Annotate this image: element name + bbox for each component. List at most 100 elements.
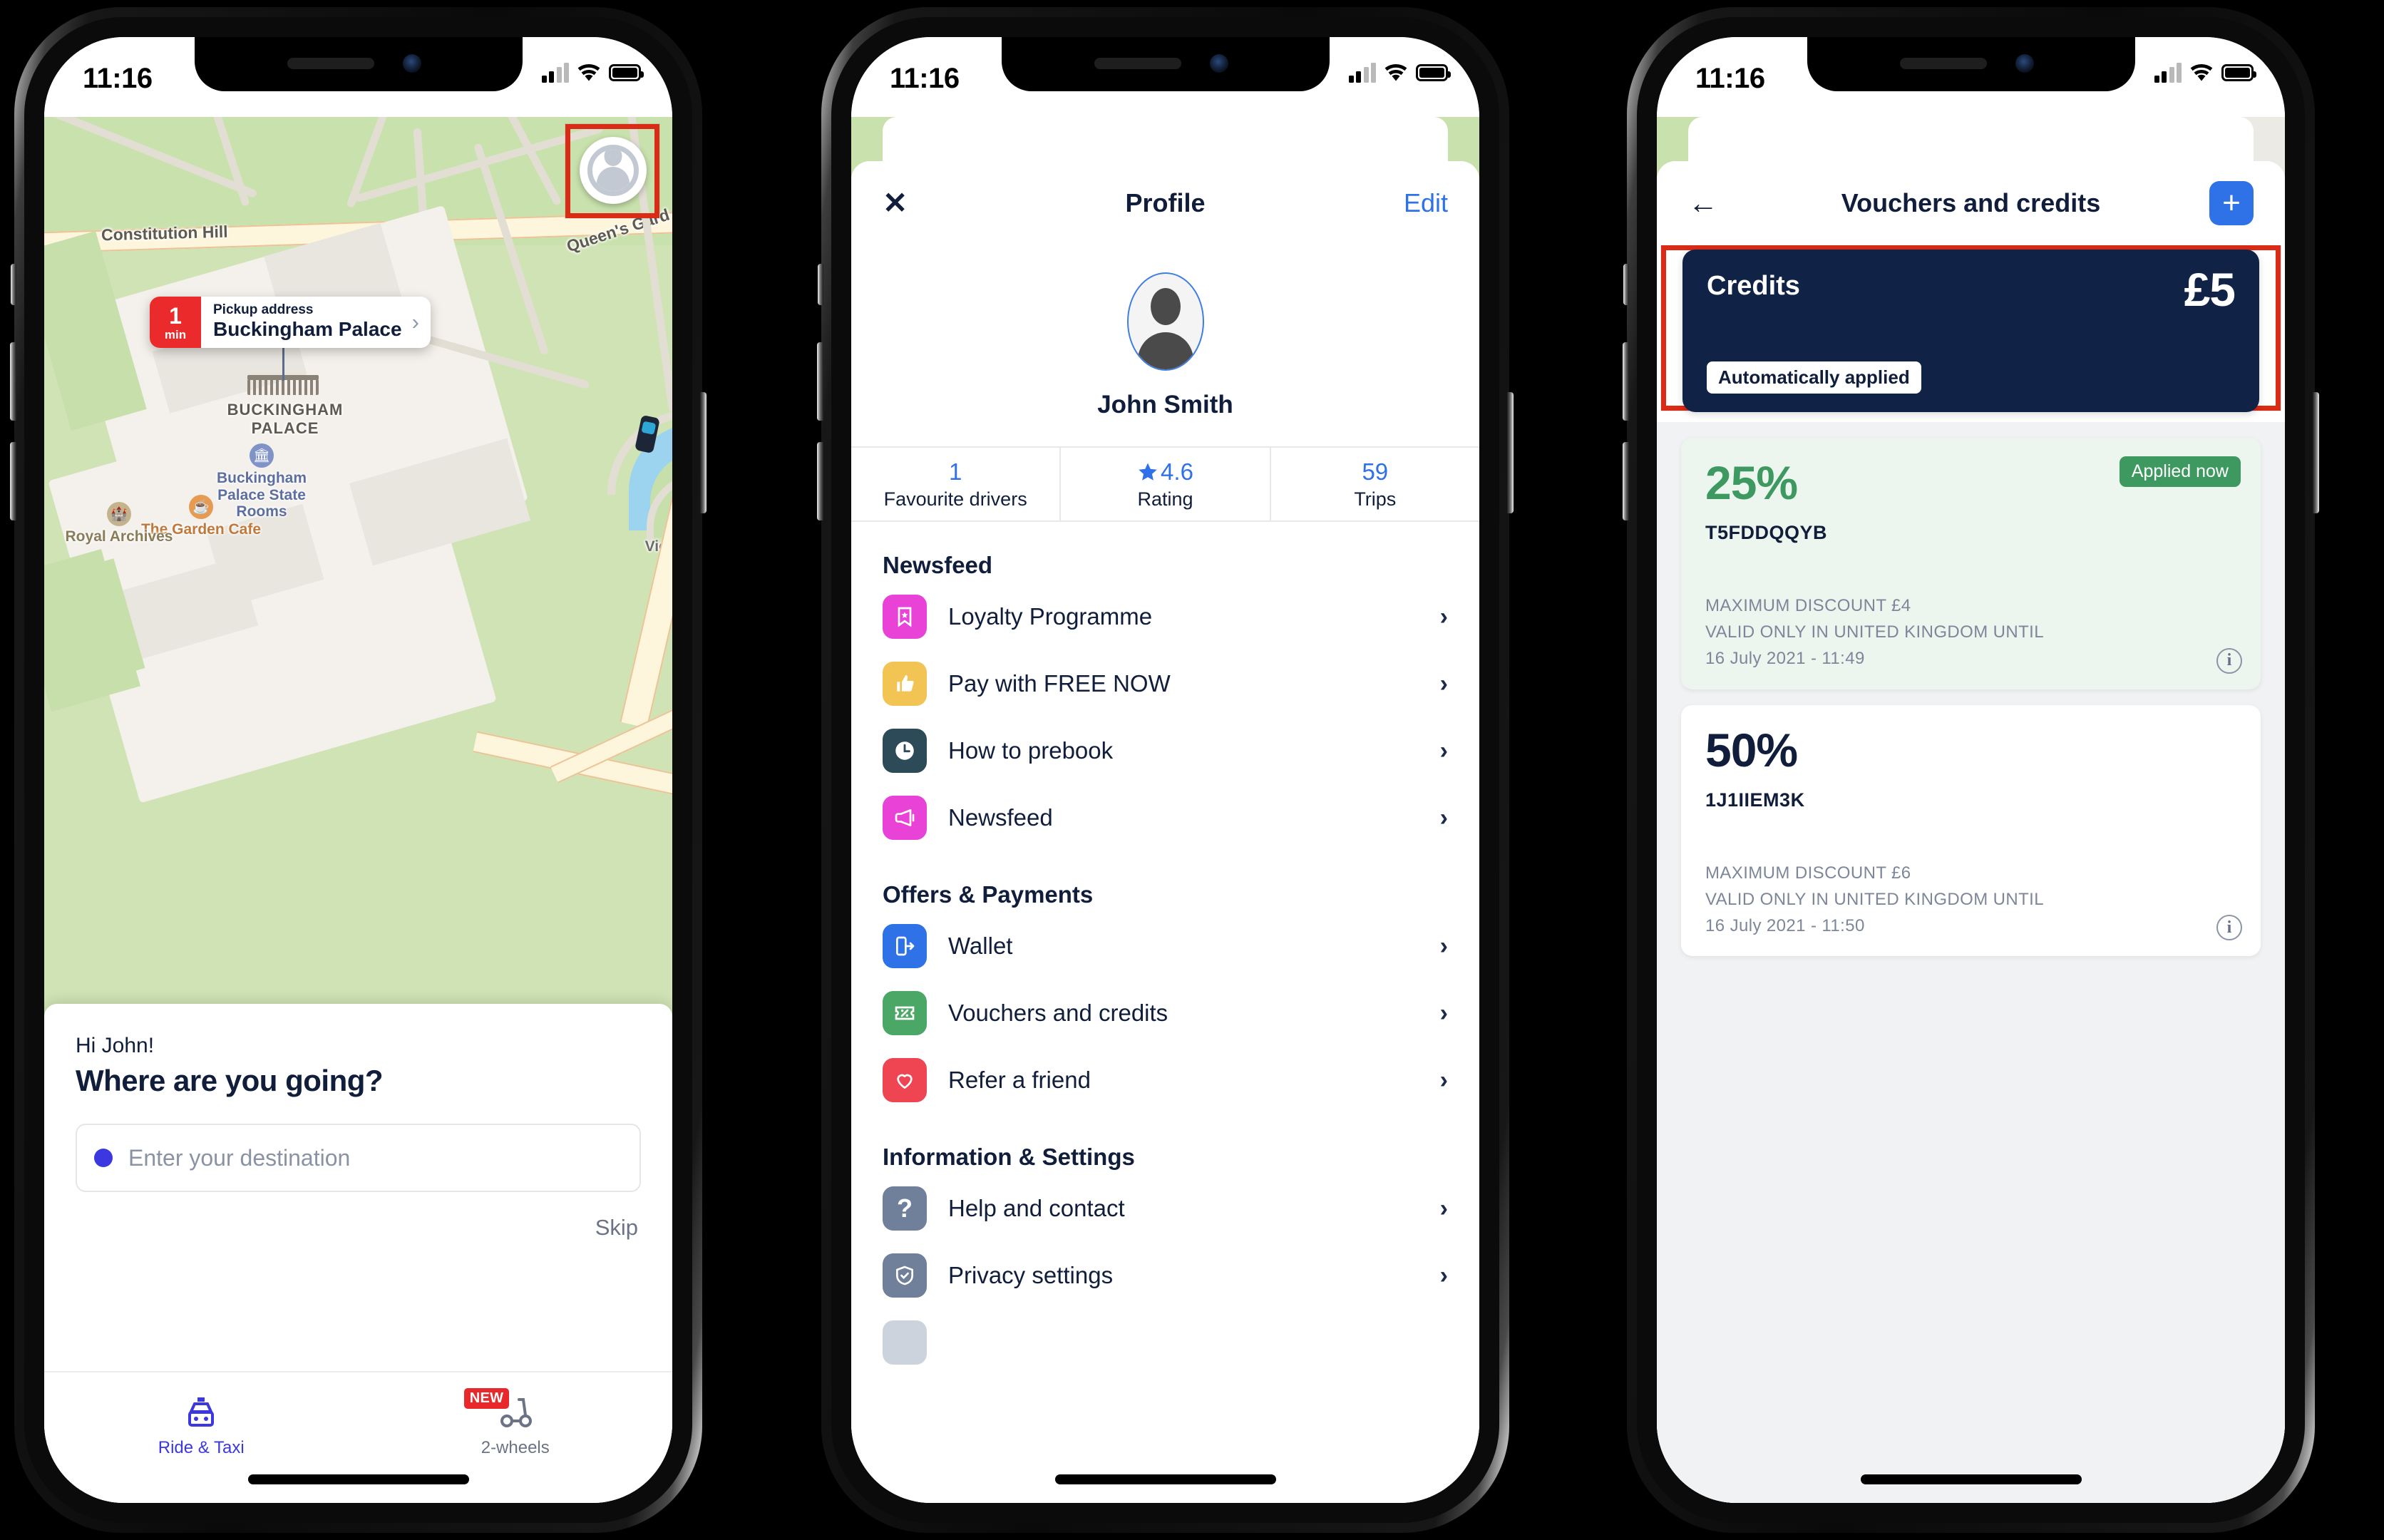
section-heading-information-settings: Information & Settings [883, 1144, 1135, 1170]
menu-item-label: How to prebook [948, 737, 1114, 764]
destination-sheet: Hi John! Where are you going? Enter your… [44, 1004, 672, 1503]
status-badge: Applied now [2119, 456, 2241, 487]
megaphone-icon [883, 796, 927, 840]
wifi-icon [577, 63, 601, 82]
destination-placeholder: Enter your destination [128, 1144, 351, 1171]
stat-rating[interactable]: 4.6 Rating [1059, 448, 1269, 520]
shield-check-icon [883, 1253, 927, 1298]
wifi-icon [2189, 63, 2214, 82]
power-button[interactable] [1507, 392, 1514, 513]
notch [1807, 37, 2135, 91]
phone-3: 11:16 ← Vouchers and credits + Credits £… [1623, 7, 2319, 1533]
notch [1001, 37, 1330, 91]
credits-amount: £5 [2184, 263, 2236, 316]
volume-down-button[interactable] [817, 442, 823, 520]
add-voucher-button[interactable]: + [2209, 181, 2254, 225]
cellular-signal-icon [541, 63, 569, 83]
home-indicator[interactable] [247, 1474, 469, 1484]
destination-dot-icon [94, 1149, 113, 1167]
voucher-terms: MAXIMUM DISCOUNT £4 VALID ONLY IN UNITED… [1705, 592, 2236, 672]
menu-item-help-and-contact[interactable]: ? Help and contact › [851, 1175, 1479, 1242]
power-button[interactable] [700, 392, 707, 513]
menu-item-partial-next[interactable] [851, 1309, 1479, 1376]
earpiece-speaker [1899, 58, 1987, 69]
chevron-right-icon: › [1439, 932, 1448, 960]
chevron-right-icon: › [1439, 669, 1448, 697]
menu-item-newsfeed[interactable]: Newsfeed › [851, 784, 1479, 851]
info-icon[interactable]: i [2216, 915, 2242, 941]
menu-item-label: Privacy settings [948, 1262, 1114, 1288]
poi-royal-archives[interactable]: 🏰 Royal Archives [58, 502, 180, 545]
front-camera [1209, 54, 1228, 73]
map-label-constitution-hill: Constitution Hill [101, 222, 228, 245]
menu-item-vouchers-and-credits[interactable]: Vouchers and credits › [851, 980, 1479, 1047]
stat-trips[interactable]: 59 Trips [1269, 448, 1479, 520]
bookmark-star-icon [883, 595, 927, 639]
mute-switch[interactable] [818, 264, 823, 305]
destination-input[interactable]: Enter your destination [76, 1124, 641, 1192]
menu-item-wallet[interactable]: Wallet › [851, 913, 1479, 980]
chevron-right-icon: › [1439, 1261, 1448, 1289]
voucher-percent: 50% [1705, 723, 1798, 776]
phone-2: 11:16 ✕ Profile Edit John Smith 1 Favour… [817, 7, 1514, 1533]
edit-button[interactable]: Edit [1404, 188, 1448, 218]
voucher-validity: VALID ONLY IN UNITED KINGDOM UNTIL [1705, 889, 2045, 909]
voucher-card[interactable]: 50% 1J1IIEM3K MAXIMUM DISCOUNT £6 VALID … [1681, 704, 2261, 957]
chevron-right-icon: › [1439, 736, 1448, 764]
profile-avatar-button[interactable] [580, 137, 647, 204]
menu-item-refer-a-friend[interactable]: Refer a friend › [851, 1047, 1479, 1114]
castle-icon: 🏰 [107, 502, 131, 526]
phone-2-body: ✕ Profile Edit John Smith 1 Favourite dr… [851, 110, 1479, 1503]
voucher-code: 1J1IIEM3K [1705, 789, 1805, 811]
voucher-code: T5FDDQQYB [1705, 522, 1828, 543]
back-arrow-icon[interactable]: ← [1688, 188, 1718, 218]
menu-item-how-to-prebook[interactable]: How to prebook › [851, 717, 1479, 784]
avatar[interactable] [1126, 272, 1204, 371]
status-icons [1348, 63, 1451, 83]
vouchers-list[interactable]: Credits £5 Automatically applied Applied… [1657, 245, 2285, 1503]
mute-switch[interactable] [11, 264, 16, 305]
pickup-address-callout[interactable]: 1 min Pickup address Buckingham Palace › [150, 297, 431, 348]
voucher-expiry: 16 July 2021 - 11:49 [1705, 649, 1865, 669]
power-button[interactable] [2313, 392, 2319, 513]
cellular-signal-icon [2154, 63, 2182, 83]
notch [194, 37, 523, 91]
voucher-card[interactable]: Applied now 25% T5FDDQQYB MAXIMUM DISCOU… [1681, 438, 2261, 689]
volume-up-button[interactable] [817, 342, 823, 421]
wifi-icon [1384, 63, 1408, 82]
menu-item-pay-with-free-now[interactable]: Pay with FREE NOW › [851, 650, 1479, 717]
placeholder-icon [883, 1320, 927, 1365]
volume-down-button[interactable] [1623, 442, 1629, 520]
mute-switch[interactable] [1623, 264, 1629, 305]
close-icon[interactable]: ✕ [883, 188, 908, 218]
volume-down-button[interactable] [10, 442, 16, 520]
voucher-max-discount: MAXIMUM DISCOUNT £4 [1705, 596, 1911, 615]
info-icon[interactable]: i [2216, 647, 2242, 674]
skip-button[interactable]: Skip [595, 1215, 638, 1241]
menu-item-label: Pay with FREE NOW [948, 670, 1171, 697]
voucher-max-discount: MAXIMUM DISCOUNT £6 [1705, 863, 1911, 883]
stat-favourite-drivers[interactable]: 1 Favourite drivers [851, 448, 1059, 520]
voucher-expiry: 16 July 2021 - 11:50 [1705, 915, 1865, 935]
profile-stats: 1 Favourite drivers 4.6 Rating 59 Trips [851, 446, 1479, 522]
menu-item-privacy-settings[interactable]: Privacy settings › [851, 1242, 1479, 1309]
palace-building-icon [247, 379, 319, 395]
chevron-right-icon: › [1439, 804, 1448, 831]
callout-stem [282, 348, 284, 381]
stat-value: 59 [1362, 458, 1389, 485]
home-indicator[interactable] [1860, 1474, 2082, 1484]
menu-item-loyalty-programme[interactable]: Loyalty Programme › [851, 583, 1479, 650]
profile-modal: ✕ Profile Edit John Smith 1 Favourite dr… [851, 161, 1479, 1503]
thumbs-up-icon [883, 662, 927, 706]
home-indicator[interactable] [1054, 1474, 1276, 1484]
volume-up-button[interactable] [1623, 342, 1629, 421]
eta-value: 1 [169, 302, 182, 329]
status-bar: 11:16 [851, 37, 1479, 117]
eta-badge: 1 min [150, 297, 201, 348]
wallet-icon [883, 924, 927, 968]
credits-card[interactable]: Credits £5 Automatically applied [1682, 250, 2259, 412]
section-heading-offers-payments: Offers & Payments [883, 881, 1094, 908]
battery-icon [2221, 64, 2256, 81]
volume-up-button[interactable] [10, 342, 16, 421]
ticket-percent-icon [883, 991, 927, 1035]
